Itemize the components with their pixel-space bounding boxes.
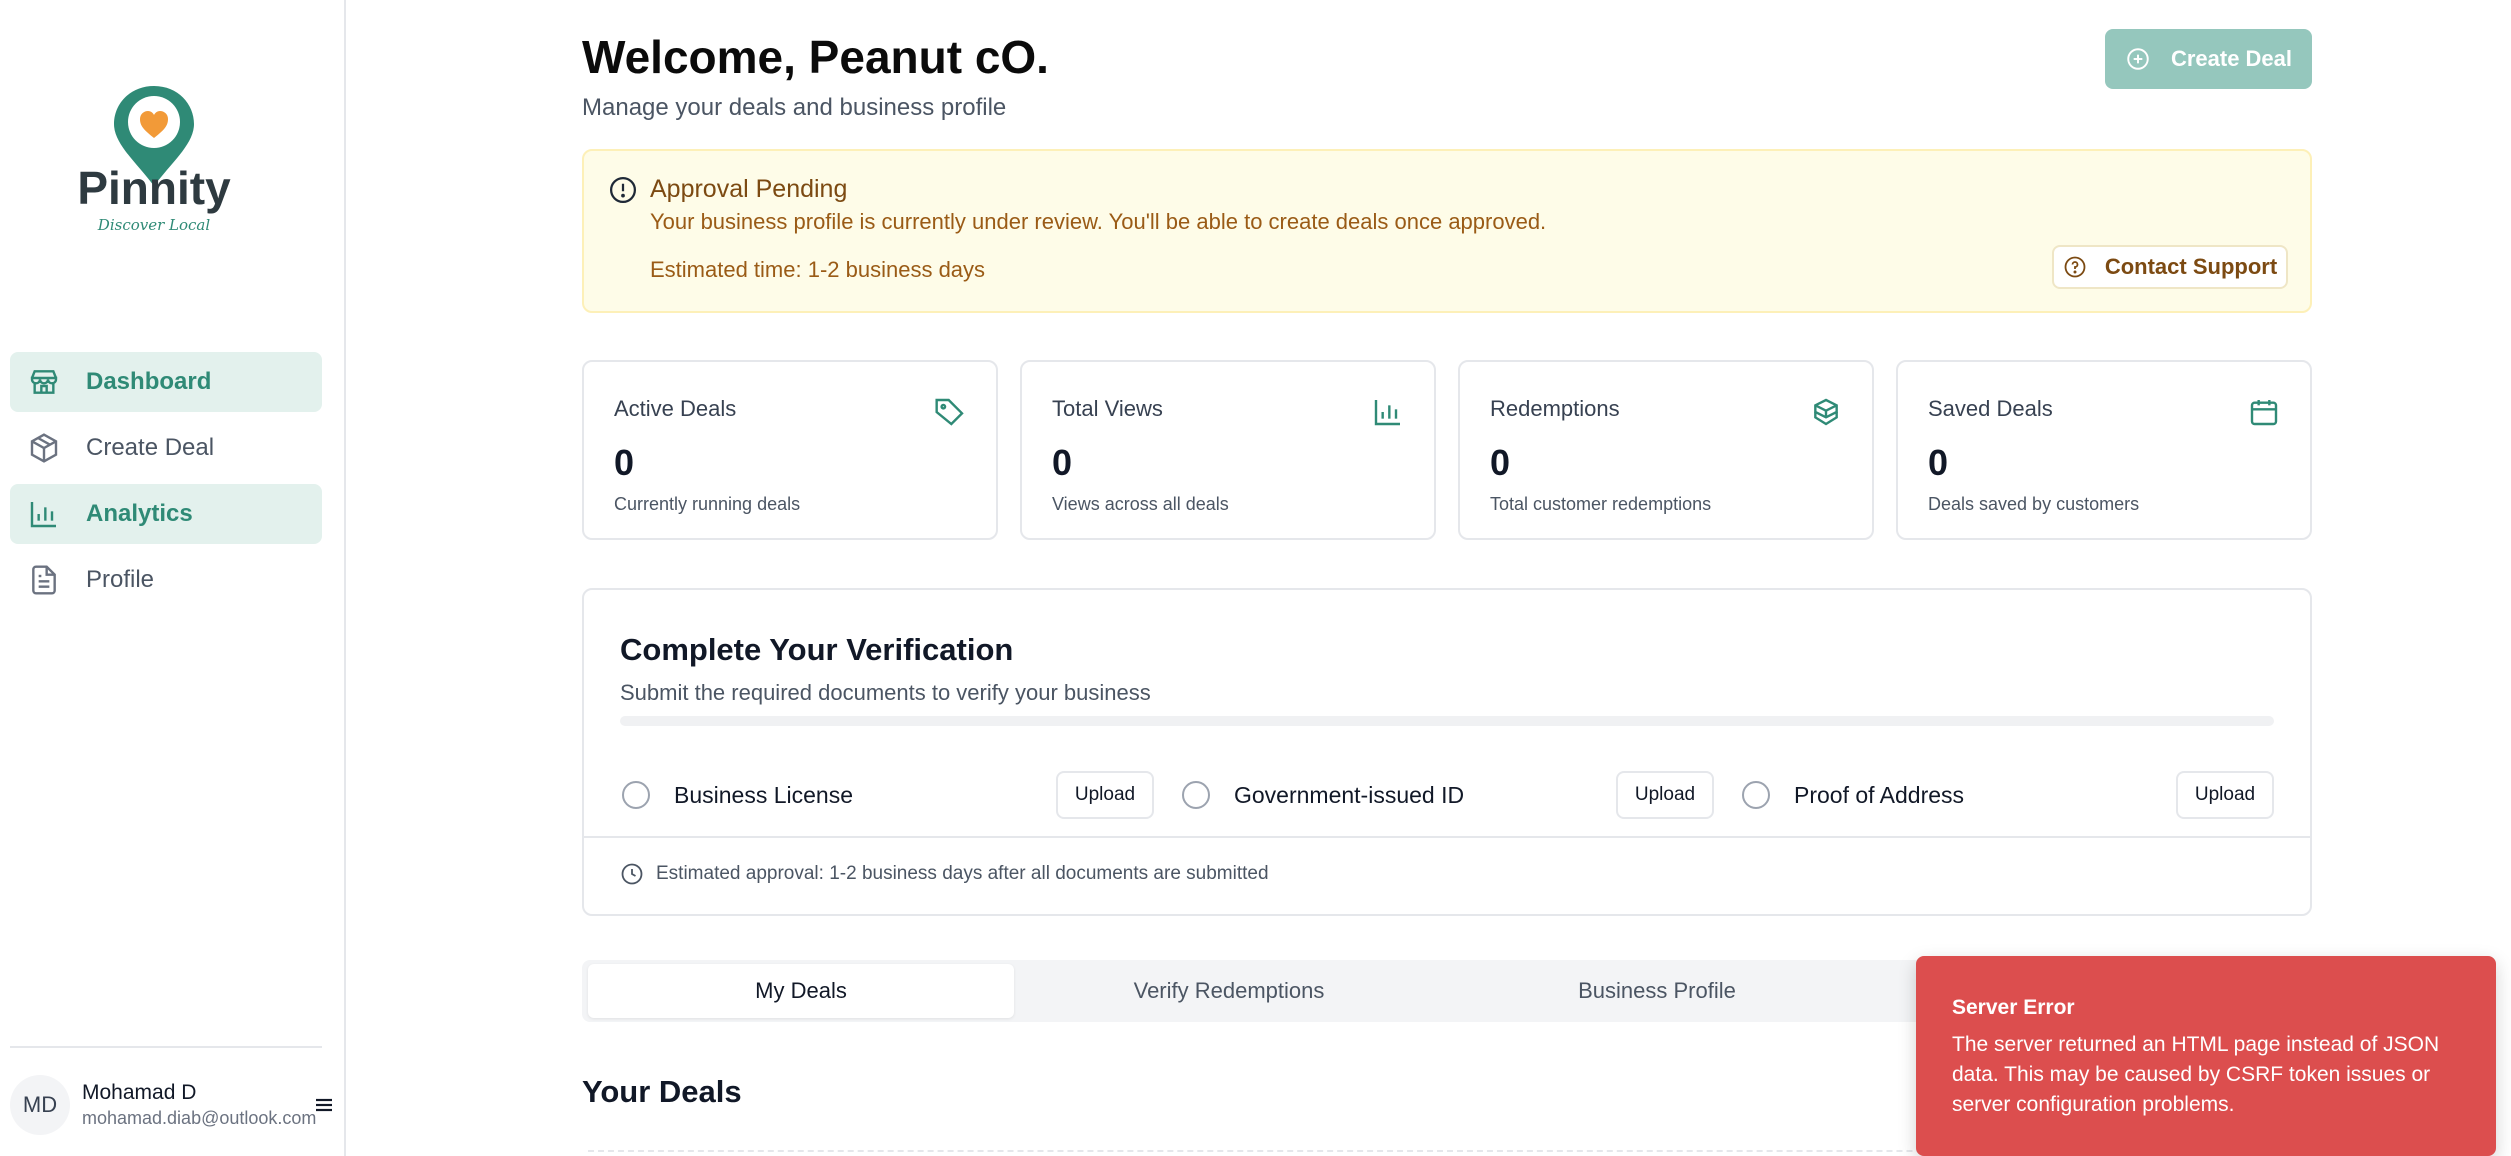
page-subtitle: Manage your deals and business profile [582, 94, 1007, 121]
stat-label: Saved Deals [1928, 396, 2053, 421]
contact-support-label: Contact Support [2104, 254, 2278, 279]
toast-message: The server returned an HTML page instead… [1952, 1033, 2440, 1116]
verification-footnote: Estimated approval: 1-2 business days af… [620, 862, 1269, 886]
document-label: Business License [674, 781, 853, 808]
verification-footnote-text: Estimated approval: 1-2 business days af… [656, 863, 1269, 884]
stat-card-active-deals: Active Deals 0 Currently running deals [582, 360, 998, 540]
server-error-toast[interactable]: Server Error The server returned an HTML… [1916, 956, 2496, 1156]
stat-card-saved-deals: Saved Deals 0 Deals saved by customers [1896, 360, 2312, 540]
avatar: MD [10, 1075, 70, 1135]
stat-card-redemptions: Redemptions 0 Total customer redemptions [1458, 360, 1874, 540]
pinnity-logo[interactable]: Pinnity Discover Local [70, 80, 240, 250]
stat-label: Redemptions [1490, 396, 1620, 421]
sidebar-item-label: Create Deal [86, 434, 215, 461]
verification-card: Complete Your Verification Submit the re… [582, 588, 2312, 916]
alert-circle-icon [610, 177, 636, 203]
file-icon [32, 565, 56, 595]
stat-description: Total customer redemptions [1490, 494, 1712, 514]
sidebar-item-dashboard[interactable]: Dashboard [10, 352, 322, 412]
stat-value: 0 [1928, 442, 1949, 483]
stat-card-total-views: Total Views 0 Views across all deals [1020, 360, 1436, 540]
your-deals-title: Your Deals [582, 1074, 742, 1109]
sidebar-item-create-deal[interactable]: Create Deal [10, 418, 322, 478]
document-proof-of-address: Proof of Address Upload [1740, 770, 2300, 820]
approval-pending-alert: Approval Pending Your business profile i… [582, 149, 2312, 313]
stat-description: Views across all deals [1052, 494, 1229, 514]
svg-text:Pinnity: Pinnity [77, 162, 231, 214]
sidebar-item-label: Profile [86, 566, 155, 593]
verification-subtitle: Submit the required documents to verify … [620, 680, 1151, 705]
map-pin-heart-icon: Pinnity Discover Local [77, 86, 231, 234]
sidebar-divider [10, 1046, 322, 1048]
stat-description: Currently running deals [614, 494, 801, 514]
document-label: Proof of Address [1794, 781, 1965, 808]
upload-button[interactable]: Upload [1616, 771, 1714, 819]
user-email: mohamad.diab@outlook.com [82, 1108, 317, 1128]
verification-title: Complete Your Verification [620, 632, 1014, 667]
user-name: Mohamad D [82, 1081, 197, 1104]
menu-icon[interactable] [312, 1093, 336, 1117]
clock-icon [621, 863, 643, 885]
stat-value: 0 [614, 442, 635, 483]
create-deal-button[interactable]: Create Deal [2105, 29, 2312, 89]
tab-my-deals[interactable]: My Deals [588, 964, 1014, 1018]
toast-title: Server Error [1952, 996, 2075, 1019]
package-icon [1814, 398, 1838, 426]
tab-verify-redemptions[interactable]: Verify Redemptions [1016, 964, 1442, 1018]
tag-icon [935, 398, 964, 426]
plus-circle-icon [2127, 48, 2149, 70]
upload-button[interactable]: Upload [1056, 771, 1154, 819]
stat-label: Total Views [1052, 396, 1163, 421]
user-profile[interactable]: MD Mohamad D mohamad.diab@outlook.com [10, 1072, 340, 1138]
document-label: Government-issued ID [1234, 781, 1465, 808]
sidebar-item-profile[interactable]: Profile [10, 550, 322, 610]
stat-value: 0 [1052, 442, 1073, 483]
sidebar-item-label: Analytics [86, 500, 193, 527]
document-status-radio [1742, 781, 1770, 809]
page-title: Welcome, Peanut cO. [582, 31, 1049, 83]
sidebar-nav: Dashboard Create Deal Analytics Profile [10, 352, 322, 616]
create-deal-label: Create Deal [2170, 46, 2293, 71]
document-status-radio [622, 781, 650, 809]
bar-chart-icon [1374, 400, 1400, 426]
svg-text:Discover Local: Discover Local [97, 216, 211, 234]
stat-value: 0 [1490, 442, 1511, 483]
document-status-radio [1182, 781, 1210, 809]
sidebar-item-analytics[interactable]: Analytics [10, 484, 322, 544]
alert-title: Approval Pending [650, 175, 848, 203]
upload-button[interactable]: Upload [2176, 771, 2274, 819]
document-business-license: Business License Upload [620, 770, 1180, 820]
verification-divider [584, 836, 2310, 838]
sidebar: Pinnity Discover Local Dashboard Create … [0, 0, 346, 1156]
verification-progress-bar [620, 716, 2274, 726]
sidebar-item-label: Dashboard [86, 368, 212, 395]
bar-chart-icon [30, 502, 56, 528]
alert-description: Your business profile is currently under… [650, 209, 1547, 234]
calendar-icon [2250, 400, 2278, 426]
contact-support-button[interactable]: Contact Support [2052, 245, 2288, 289]
stat-label: Active Deals [614, 396, 737, 421]
stats-row: Active Deals 0 Currently running deals T… [582, 360, 2312, 542]
store-icon [30, 370, 58, 394]
box-icon [30, 433, 58, 463]
tab-business-profile[interactable]: Business Profile [1444, 964, 1870, 1018]
document-government-id: Government-issued ID Upload [1180, 770, 1740, 820]
alert-estimate: Estimated time: 1-2 business days [650, 257, 986, 282]
help-circle-icon [2064, 256, 2086, 278]
stat-description: Deals saved by customers [1928, 494, 2140, 514]
